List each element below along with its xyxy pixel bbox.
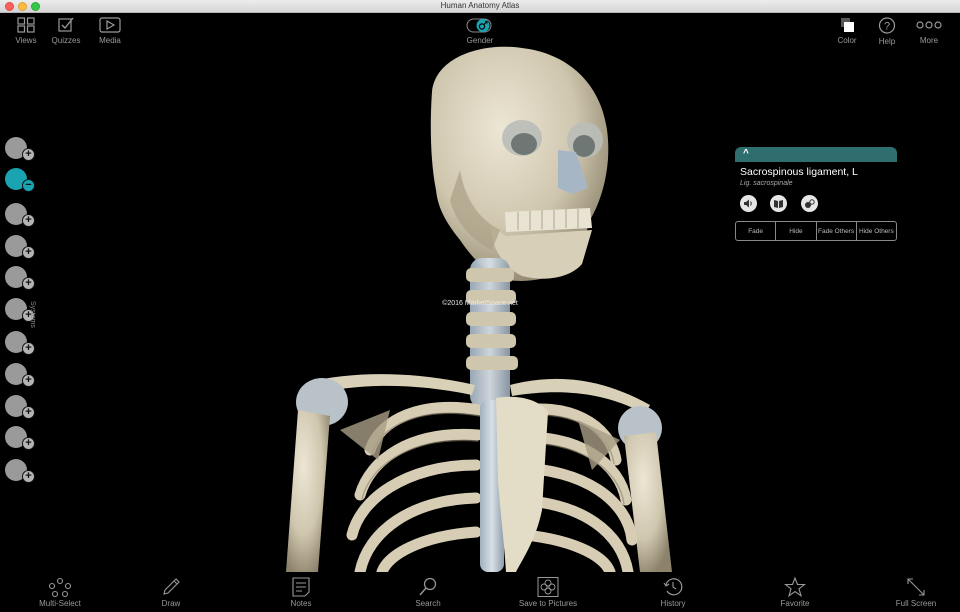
favorite-label: Favorite — [780, 599, 810, 608]
question-icon: ? — [878, 17, 896, 34]
add-icon: + — [22, 406, 35, 419]
add-icon: + — [22, 214, 35, 227]
quizzes-label: Quizzes — [51, 36, 81, 45]
system-active-button[interactable]: − — [3, 167, 35, 193]
favorite-button[interactable]: Favorite — [765, 577, 825, 608]
color-label: Color — [837, 36, 857, 45]
multi-select-icon — [48, 577, 72, 597]
window-title: Human Anatomy Atlas — [440, 1, 520, 10]
dissect-icon[interactable] — [800, 195, 818, 212]
add-icon: + — [22, 470, 35, 483]
add-icon: + — [22, 246, 35, 259]
panel-header[interactable]: ^ — [735, 147, 897, 162]
system-button-10[interactable]: + — [3, 425, 35, 451]
help-label: Help — [878, 37, 896, 46]
add-icon: + — [22, 277, 35, 290]
fullscreen-icon — [907, 578, 925, 596]
search-icon — [419, 577, 437, 596]
system-button-4[interactable]: + — [3, 234, 35, 260]
structure-name: Sacrospinous ligament, L — [740, 166, 858, 178]
full-screen-label: Full Screen — [895, 599, 937, 608]
history-label: History — [660, 599, 686, 608]
svg-text:?: ? — [884, 21, 890, 33]
full-screen-button[interactable]: Full Screen — [886, 577, 946, 608]
views-label: Views — [15, 36, 37, 45]
notes-icon — [292, 577, 310, 597]
multi-select-button[interactable]: Multi-Select — [30, 577, 90, 608]
save-to-pictures-button[interactable]: Save to Pictures — [518, 577, 578, 608]
flower-icon — [537, 577, 559, 597]
system-button-9[interactable]: + — [3, 394, 35, 420]
views-button[interactable]: Views — [11, 17, 41, 45]
structure-latin-name: Lig. sacrospinale — [740, 180, 793, 187]
system-button-3[interactable]: + — [3, 202, 35, 228]
title-bar: Human Anatomy Atlas — [0, 0, 960, 13]
multi-select-label: Multi-Select — [39, 599, 81, 608]
add-icon: − — [22, 179, 35, 192]
system-button-7[interactable]: + — [3, 330, 35, 356]
fade-others-button[interactable]: Fade Others — [817, 222, 857, 240]
system-button-8[interactable]: + — [3, 362, 35, 388]
hide-others-button[interactable]: Hide Others — [857, 222, 896, 240]
save-to-pictures-label: Save to Pictures — [518, 599, 578, 608]
panel-action-buttons: Fade Hide Fade Others Hide Others — [735, 221, 897, 241]
systems-label: Systems — [29, 301, 36, 328]
search-button[interactable]: Search — [398, 577, 458, 608]
star-icon — [784, 577, 806, 597]
media-button[interactable]: Media — [95, 17, 125, 45]
fade-button[interactable]: Fade — [736, 222, 777, 240]
hide-button[interactable]: Hide — [776, 222, 817, 240]
add-icon: + — [22, 148, 35, 161]
quizzes-button[interactable]: Quizzes — [51, 17, 81, 45]
add-icon: + — [22, 374, 35, 387]
more-label: More — [919, 36, 939, 45]
help-button[interactable]: ? Help — [872, 17, 902, 46]
notes-label: Notes — [290, 599, 312, 608]
system-skeletal-button[interactable]: + — [3, 136, 35, 162]
media-label: Media — [99, 36, 121, 45]
add-icon: + — [22, 437, 35, 450]
structure-info-panel: ^ Sacrospinous ligament, L Lig. sacrospi… — [735, 147, 897, 241]
draw-button[interactable]: Draw — [141, 577, 201, 608]
book-icon[interactable] — [770, 195, 788, 212]
draw-label: Draw — [161, 599, 181, 608]
copyright-text: ©2016 MarketSpace.net — [442, 300, 518, 307]
search-label: Search — [415, 599, 441, 608]
add-icon: + — [22, 342, 35, 355]
gender-toggle-icon — [466, 18, 492, 33]
history-button[interactable]: History — [643, 577, 703, 608]
system-button-5[interactable]: + — [3, 265, 35, 291]
notes-button[interactable]: Notes — [271, 577, 331, 608]
checkbox-icon — [58, 17, 74, 32]
color-button[interactable]: Color — [832, 17, 862, 45]
play-icon — [99, 17, 121, 33]
dots-icon — [916, 21, 942, 29]
speaker-icon[interactable] — [740, 195, 757, 212]
more-button[interactable]: More — [914, 17, 944, 45]
system-button-11[interactable]: + — [3, 458, 35, 484]
chevron-up-icon[interactable]: ^ — [743, 148, 749, 159]
color-squares-icon — [841, 18, 854, 32]
grid-icon — [17, 17, 35, 33]
pencil-icon — [163, 578, 180, 595]
history-icon — [663, 578, 683, 596]
